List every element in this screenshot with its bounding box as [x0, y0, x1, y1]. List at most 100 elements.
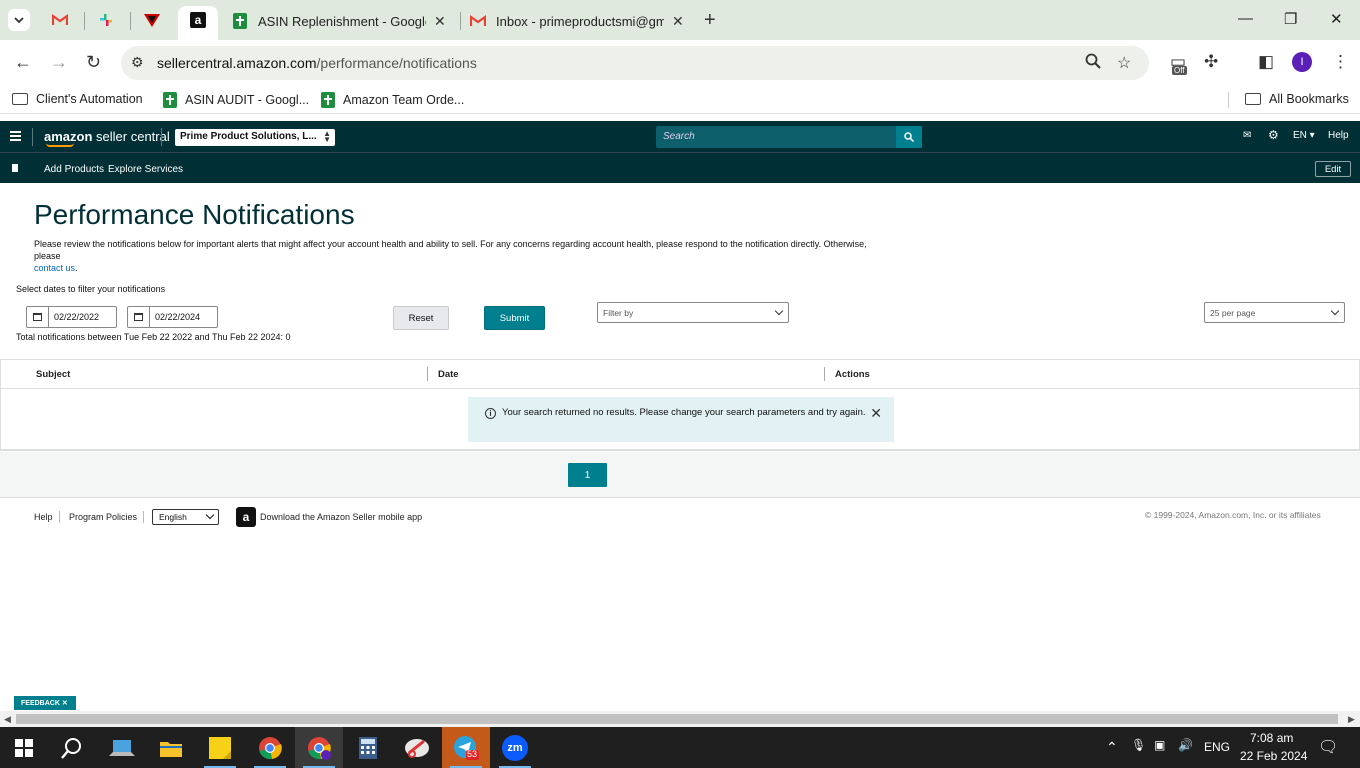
forward-button[interactable]: → [50, 52, 68, 73]
contact-us-link[interactable]: contact us [34, 263, 75, 273]
taskbar-zoom[interactable]: zm [491, 727, 539, 768]
download-app-link[interactable]: Download the Amazon Seller mobile app [260, 512, 422, 522]
minimize-button[interactable]: — [1238, 10, 1253, 27]
language-selector[interactable]: EN ▾ [1293, 130, 1315, 141]
hamburger-menu-icon[interactable] [10, 131, 21, 143]
filter-by-select[interactable]: Filter by [597, 302, 789, 323]
zoom-icon[interactable] [1085, 53, 1101, 74]
calculator-icon [359, 736, 377, 759]
nav-add-products[interactable]: Add Products [44, 164, 104, 175]
bookmarks-bar: Client's Automation ASIN AUDIT - Googl..… [0, 86, 1360, 114]
slack-pinned-tab[interactable] [96, 10, 116, 30]
no-results-alert: i Your search returned no results. Pleas… [468, 397, 894, 442]
back-button[interactable]: ← [14, 52, 32, 73]
tab-inbox[interactable]: Inbox - primeproductsmi@gmail.com ✕ [470, 8, 684, 34]
taskbar-telegram[interactable]: 53 [442, 727, 490, 768]
gmail-icon [470, 13, 486, 29]
site-info-icon[interactable]: ⚙ [131, 54, 144, 71]
mail-icon[interactable]: ✉ [1243, 130, 1251, 141]
close-tab-icon[interactable]: ✕ [672, 13, 684, 30]
column-subject[interactable]: Subject [36, 369, 70, 380]
date-from-field[interactable]: 02/22/2022 [26, 306, 117, 328]
windows-logo-icon [15, 738, 33, 757]
calendar-icon[interactable] [27, 307, 49, 327]
side-panel-icon[interactable]: ◧ [1258, 52, 1274, 72]
scrollbar-thumb[interactable] [16, 714, 1338, 724]
close-tab-icon[interactable]: ✕ [434, 13, 446, 30]
start-button[interactable] [0, 727, 48, 768]
bookmark-asin-audit[interactable]: ASIN AUDIT - Googl... [163, 92, 309, 108]
seller-search-input[interactable]: Search [656, 126, 922, 148]
extensions-puzzle-icon[interactable]: ✣ [1204, 52, 1218, 72]
taskbar-snipping-tool[interactable] [393, 727, 441, 768]
clock-time[interactable]: 7:08 am [1250, 731, 1293, 745]
gmail-icon [52, 14, 68, 25]
sort-arrows-icon: ▲ ▼ [323, 129, 331, 144]
date-to-field[interactable]: 02/22/2024 [127, 306, 218, 328]
taskbar-laptop-app[interactable] [98, 727, 146, 768]
amazon-seller-app-icon[interactable]: a [236, 507, 256, 527]
footer-help-link[interactable]: Help [34, 512, 53, 522]
extension-off-badge: Off [1172, 66, 1187, 75]
tab-title: ASIN Replenishment - Google Sheets [258, 13, 426, 29]
profile-avatar[interactable]: I [1292, 52, 1312, 72]
search-button[interactable] [896, 126, 922, 148]
taskbar-file-explorer[interactable] [147, 727, 195, 768]
pagination: 1 [0, 452, 1360, 498]
scroll-left-icon[interactable]: ◀ [4, 714, 11, 725]
menu-kebab-icon[interactable]: ⋮ [1332, 52, 1349, 72]
feedback-button[interactable]: FEEDBACK ✕ [14, 696, 76, 710]
footer-language-select[interactable]: English [152, 509, 219, 525]
show-hidden-icons-chevron-up-icon[interactable]: ⌃ [1106, 739, 1118, 756]
search-taskbar-button[interactable] [48, 727, 96, 768]
laptop-icon [109, 739, 135, 756]
input-language[interactable]: ENG [1204, 740, 1230, 754]
tab-search-button[interactable] [8, 9, 30, 31]
app-pinned-tab[interactable] [142, 10, 162, 30]
folder-icon [12, 93, 28, 105]
per-page-select[interactable]: 25 per page [1204, 302, 1345, 323]
calendar-icon[interactable] [128, 307, 150, 327]
reset-button[interactable]: Reset [393, 306, 449, 330]
notifications-icon[interactable]: 🗨 [1318, 737, 1338, 757]
address-bar[interactable]: ⚙ sellercentral.amazon.com/performance/n… [121, 46, 1149, 80]
taskbar-chrome-2[interactable] [295, 727, 343, 768]
footer-program-policies-link[interactable]: Program Policies [69, 512, 137, 522]
dismiss-alert-icon[interactable]: ✕ [870, 405, 882, 422]
taskbar-chrome-1[interactable] [246, 727, 294, 768]
microphone-icon[interactable]: 🎙 [1131, 738, 1146, 752]
close-window-button[interactable]: ✕ [1330, 10, 1343, 28]
chevron-down-icon [774, 306, 784, 316]
account-switcher[interactable]: Prime Product Solutions, L... ▲ ▼ [175, 129, 335, 146]
url-text[interactable]: sellercentral.amazon.com/performance/not… [157, 55, 477, 71]
seller-central-logo[interactable]: amazon seller central [44, 129, 170, 144]
telegram-badge: 53 [467, 749, 478, 759]
new-tab-button[interactable]: + [704, 9, 716, 32]
bookmark-star-icon[interactable]: ☆ [1117, 53, 1131, 73]
tab-asin-replenishment[interactable]: ASIN Replenishment - Google Sheets ✕ [232, 8, 446, 34]
scroll-right-icon[interactable]: ▶ [1348, 714, 1355, 725]
reload-button[interactable]: ↻ [86, 52, 101, 73]
help-link[interactable]: Help [1328, 130, 1349, 141]
volume-icon[interactable]: 🔊 [1178, 738, 1193, 752]
settings-gear-icon[interactable]: ⚙ [1268, 128, 1279, 142]
snipping-tool-icon [405, 738, 429, 758]
all-bookmarks[interactable]: All Bookmarks [1245, 92, 1349, 106]
taskbar-calculator[interactable] [344, 727, 392, 768]
restore-button[interactable]: ❐ [1284, 10, 1297, 28]
chevron-down-icon [1330, 306, 1340, 316]
bookmark-amazon-team[interactable]: Amazon Team Orde... [321, 92, 464, 108]
nav-explore-services[interactable]: Explore Services [108, 164, 183, 175]
folder-icon [1245, 93, 1261, 105]
network-icon[interactable]: ▣ [1154, 738, 1165, 752]
clock-date[interactable]: 22 Feb 2024 [1240, 749, 1307, 763]
gmail-pinned-tab[interactable] [50, 10, 70, 30]
taskbar-sticky-notes[interactable] [196, 727, 244, 768]
submit-button[interactable]: Submit [484, 306, 545, 330]
edit-nav-button[interactable]: Edit [1315, 161, 1351, 177]
bookmark-icon[interactable] [12, 164, 18, 172]
horizontal-scrollbar[interactable]: ◀ ▶ [0, 711, 1360, 727]
bookmark-clients-automation[interactable]: Client's Automation [12, 92, 143, 106]
page-button-current[interactable]: 1 [568, 463, 607, 487]
column-date[interactable]: Date [438, 369, 459, 380]
